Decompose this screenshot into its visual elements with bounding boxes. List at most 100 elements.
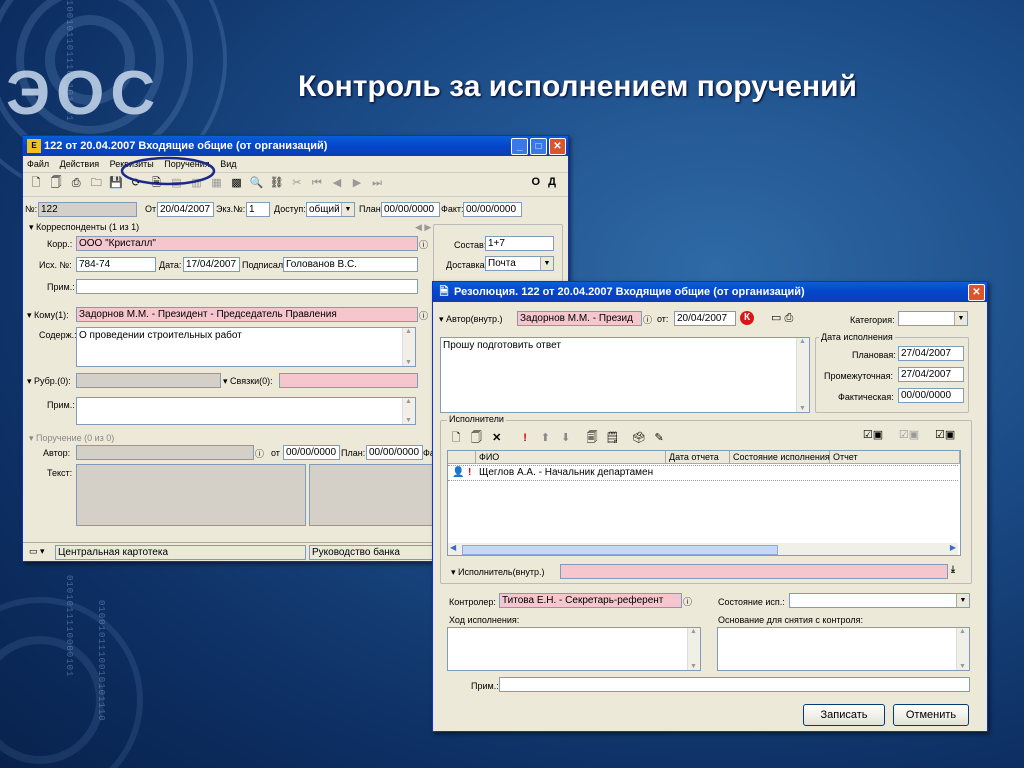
executor-inner-field[interactable] [560, 564, 948, 579]
prim-field[interactable] [76, 279, 418, 294]
important-icon[interactable]: ! [518, 431, 532, 445]
col-header-date[interactable]: Дата отчета [666, 451, 730, 464]
ot-field[interactable]: 00/00/0000 [283, 445, 340, 460]
avtor-field[interactable] [76, 445, 254, 460]
report-edit-icon[interactable]: 🗒 [605, 431, 619, 445]
find-icon[interactable]: 🔍 [250, 176, 264, 190]
basis-area[interactable] [717, 627, 970, 671]
sostav-field[interactable]: 1+7 [485, 236, 554, 251]
toolbar-d-button[interactable]: Д [548, 176, 556, 188]
svyazi-field[interactable] [279, 373, 418, 388]
minimize-button[interactable]: _ [511, 137, 528, 155]
resolution-text-area[interactable]: Прошу подготовить ответ [440, 337, 810, 413]
table-row[interactable]: 👤 ! Щеглов А.А. - Начальник департамен [448, 465, 958, 481]
next-icon[interactable]: ▶ [350, 176, 364, 190]
resolution-titlebar[interactable]: 🗎 Резолюция. 122 от 20.04.2007 Входящие … [433, 282, 987, 302]
new-doc-icon[interactable]: 🗋 [29, 176, 43, 190]
resolution-text-scrollbar[interactable] [796, 338, 809, 412]
status-menu-icon[interactable]: ▭ ▾ [29, 546, 45, 557]
prim-field[interactable] [499, 677, 970, 692]
number-field[interactable]: 122 [38, 202, 137, 217]
cut-icon[interactable]: ✂ [290, 176, 304, 190]
horizontal-scrollbar[interactable]: ◀ ▶ [448, 543, 958, 555]
view-toggle-icon[interactable]: ☑▣ [894, 428, 924, 442]
move-up-icon[interactable]: ⬆ [538, 431, 552, 445]
download-icon[interactable]: ⤓ [951, 564, 955, 575]
rubr-field[interactable] [76, 373, 221, 388]
correspondents-section[interactable]: ▾ Корреспонденты (1 из 1) [29, 222, 139, 233]
isx-field[interactable]: 784-74 [76, 257, 156, 272]
move-down-icon[interactable]: ⬇ [559, 431, 573, 445]
open-icon[interactable]: 🗀 [89, 176, 103, 190]
control-badge[interactable]: К [740, 311, 754, 325]
info-icon[interactable]: ⓘ [683, 595, 692, 608]
delete-icon[interactable]: ✕ [490, 431, 504, 445]
first-icon[interactable]: ⏮ [310, 176, 324, 190]
prim2-area[interactable] [76, 397, 416, 425]
state-combo[interactable] [789, 593, 970, 608]
tekst-area-2[interactable] [309, 464, 445, 526]
corr-field[interactable]: ООО "Кристалл" [76, 236, 418, 251]
col-header-state[interactable]: Состояние исполнения [730, 451, 830, 464]
col-header-fio[interactable]: ФИО [476, 451, 666, 464]
plan2-field[interactable]: 00/00/0000 [366, 445, 423, 460]
prim2-scrollbar[interactable] [402, 398, 415, 424]
progress-scrollbar[interactable] [687, 628, 700, 670]
menu-file[interactable]: Файл [27, 159, 49, 169]
actual-field[interactable]: 00/00/0000 [898, 388, 964, 403]
prev-icon[interactable]: ◀ [330, 176, 344, 190]
options-icons[interactable]: ▭ ⎙ [771, 311, 793, 325]
interim-field[interactable]: 27/04/2007 [898, 367, 964, 382]
col-header-marker[interactable] [448, 451, 476, 464]
soderzh-scrollbar[interactable] [402, 328, 415, 366]
col-header-report[interactable]: Отчет [830, 451, 960, 464]
komu-field[interactable]: Задорнов М.М. - Президент - Председатель… [76, 307, 418, 322]
copy-field[interactable]: 1 [246, 202, 270, 217]
info-icon[interactable]: ⓘ [419, 238, 428, 251]
basis-scrollbar[interactable] [956, 628, 969, 670]
print-icon[interactable]: ⎙ [69, 176, 83, 190]
poruch-section[interactable]: ▾ Поручение (0 из 0) [29, 433, 114, 444]
info-icon[interactable]: ⓘ [255, 447, 264, 460]
plan-field[interactable]: 00/00/0000 [381, 202, 440, 217]
link-icon[interactable]: ⛓ [270, 176, 284, 190]
new-copy-icon[interactable]: 🗍 [49, 176, 63, 190]
scroll-thumb[interactable] [462, 545, 778, 555]
fact-field[interactable]: 00/00/0000 [463, 202, 522, 217]
tekst-area[interactable] [76, 464, 306, 526]
close-button[interactable]: ✕ [968, 283, 985, 301]
edit-icon[interactable]: ✎ [652, 431, 666, 445]
add-group-icon[interactable]: 🗍 [469, 431, 483, 445]
progress-area[interactable] [447, 627, 701, 671]
maximize-button[interactable]: □ [530, 137, 547, 155]
menu-view[interactable]: Вид [220, 159, 236, 169]
report-icon[interactable]: 🗐 [585, 431, 599, 445]
soderzh-area[interactable]: О проведении строительных работ [76, 327, 416, 367]
send-icon[interactable]: 🗳 [632, 431, 646, 445]
save-button[interactable]: Записать [803, 704, 885, 726]
number-label: №: [25, 204, 38, 214]
controller-field[interactable]: Титова Е.Н. - Секретарь-референт [499, 593, 682, 608]
ot-date-field[interactable]: 20/04/2007 [674, 311, 736, 326]
last-icon[interactable]: ⏭ [370, 176, 384, 190]
cancel-button[interactable]: Отменить [893, 704, 969, 726]
from-date-field[interactable]: 20/04/2007 [157, 202, 214, 217]
close-button[interactable]: ✕ [549, 137, 566, 155]
toolbar-o-button[interactable]: О [531, 176, 540, 188]
view-toggle-icon[interactable]: ☑▣ [930, 428, 960, 442]
menu-actions[interactable]: Действия [60, 159, 99, 169]
signed-field[interactable]: Голованов В.С. [283, 257, 418, 272]
author-field[interactable]: Задорнов М.М. - Презид [517, 311, 642, 326]
document-card-titlebar[interactable]: Е 122 от 20.04.2007 Входящие общие (от о… [23, 136, 568, 156]
planned-field[interactable]: 27/04/2007 [898, 346, 964, 361]
category-combo[interactable] [898, 311, 968, 326]
nav-arrows[interactable]: ◀ ▶ [415, 222, 431, 233]
grid-icon[interactable]: ▩ [230, 176, 244, 190]
info-icon[interactable]: ⓘ [643, 313, 652, 326]
dostavka-combo[interactable]: Почта [485, 256, 554, 271]
info-icon[interactable]: ⓘ [419, 309, 428, 322]
date-field[interactable]: 17/04/2007 [183, 257, 240, 272]
view-toggle-icon[interactable]: ☑▣ [858, 428, 888, 442]
add-executor-icon[interactable]: 🗋 [449, 431, 463, 445]
access-combo[interactable]: общий [306, 202, 355, 217]
